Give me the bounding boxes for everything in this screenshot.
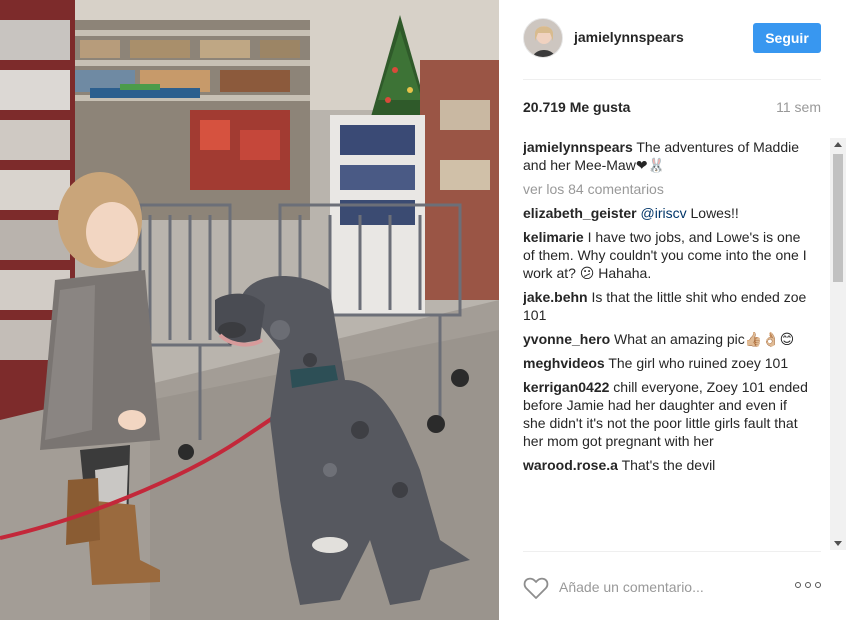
comment-username[interactable]: yvonne_hero: [523, 331, 610, 347]
comment-text: The girl who ruined zoey 101: [608, 355, 789, 371]
comment-item: elizabeth_geister @iriscv Lowes!!: [523, 204, 813, 222]
comment-username[interactable]: warood.rose.a: [523, 457, 618, 473]
likes-count[interactable]: 20.719 Me gusta: [523, 99, 630, 115]
comment-item: meghvideos The girl who ruined zoey 101: [523, 354, 813, 372]
avatar-image: [524, 19, 562, 57]
view-all-comments-link[interactable]: ver los 84 comentarios: [523, 180, 828, 198]
comment-username[interactable]: kerrigan0422: [523, 379, 609, 395]
comment-mention[interactable]: @iriscv: [641, 205, 687, 221]
scrollbar-thumb[interactable]: [833, 154, 843, 282]
post-photo-image: [0, 0, 499, 620]
post-photo[interactable]: [0, 0, 499, 620]
comment-username[interactable]: meghvideos: [523, 355, 605, 371]
comment-item: jake.behn Is that the little shit who en…: [523, 288, 813, 324]
more-options-icon[interactable]: [795, 582, 821, 592]
more-dot: [815, 582, 821, 588]
comment-username[interactable]: jake.behn: [523, 289, 588, 305]
avatar[interactable]: [523, 18, 563, 58]
comment-text: That's the devil: [621, 457, 716, 473]
scroll-down-arrow-icon[interactable]: [834, 541, 842, 546]
comment-item: warood.rose.a That's the devil: [523, 456, 813, 474]
scroll-up-arrow-icon[interactable]: [834, 142, 842, 147]
caption: jamielynnspears The adventures of Maddie…: [523, 138, 813, 174]
comment-text: What an amazing pic👍🏼👌🏼😊: [614, 331, 795, 347]
caption-username[interactable]: jamielynnspears: [523, 139, 633, 155]
caption-emoji: ❤🐰: [635, 157, 665, 173]
more-dot: [795, 582, 801, 588]
more-dot: [805, 582, 811, 588]
comments-scrollbar[interactable]: [830, 138, 846, 550]
comment-input[interactable]: [559, 576, 779, 598]
comment-text: Lowes!!: [690, 205, 739, 221]
post-time[interactable]: 11 sem: [776, 99, 821, 115]
post-author-username[interactable]: jamielynnspears: [574, 29, 684, 45]
post-details-panel: jamielynnspears Seguir 20.719 Me gusta 1…: [499, 0, 846, 620]
comment-username[interactable]: kelimarie: [523, 229, 584, 245]
comment-item: yvonne_hero What an amazing pic👍🏼👌🏼😊: [523, 330, 813, 348]
post-stats: 20.719 Me gusta 11 sem: [523, 99, 821, 119]
heart-icon[interactable]: [523, 576, 549, 600]
comment-username[interactable]: elizabeth_geister: [523, 205, 637, 221]
comments-list[interactable]: jamielynnspears The adventures of Maddie…: [523, 138, 828, 550]
follow-button[interactable]: Seguir: [753, 23, 821, 53]
comment-item: kelimarie I have two jobs, and Lowe's is…: [523, 228, 813, 282]
comment-item: kerrigan0422 chill everyone, Zoey 101 en…: [523, 378, 813, 450]
post-header: jamielynnspears Seguir: [523, 18, 821, 80]
post-footer: [523, 551, 821, 620]
